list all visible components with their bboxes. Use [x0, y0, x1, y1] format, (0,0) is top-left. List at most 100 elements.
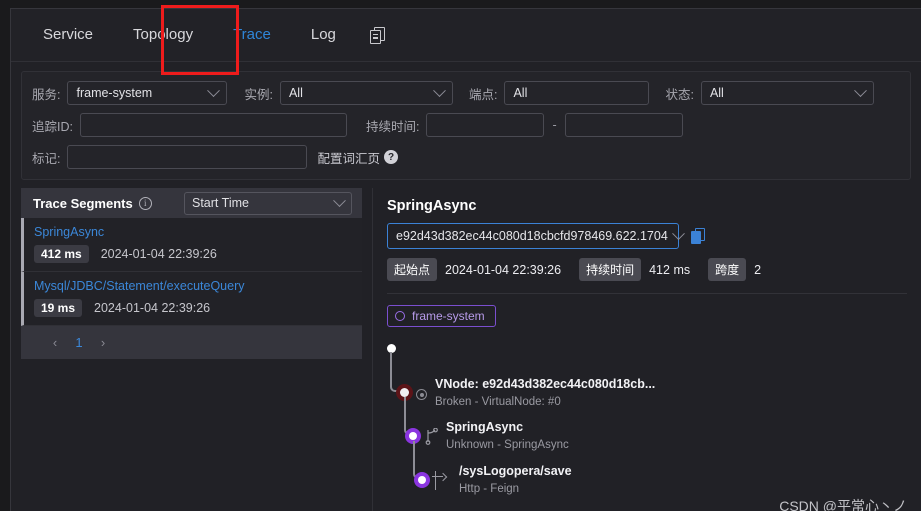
pagination-next[interactable]: ›	[91, 335, 115, 350]
app-root: Service Topology Trace Log 服务: frame-sys…	[0, 0, 921, 511]
pagination-page-1[interactable]: 1	[67, 335, 91, 350]
vocab-config-link[interactable]: 配置词汇页 ?	[317, 148, 398, 167]
span-count-key: 跨度	[708, 258, 747, 281]
main-tab-bar: Service Topology Trace Log	[11, 5, 921, 75]
trace-id-input[interactable]	[79, 113, 347, 137]
pagination: ‹ 1 ›	[21, 326, 362, 359]
target-ring-icon	[416, 389, 427, 400]
page-title: SpringAsync	[387, 198, 477, 214]
tree-connector	[390, 352, 409, 392]
tag-input[interactable]	[67, 145, 308, 169]
tree-node-subtitle: Unknown - SpringAsync	[446, 439, 569, 451]
tree-node-dot-vnode[interactable]	[400, 388, 409, 397]
instance-value: All	[288, 86, 303, 100]
tree-node-title: SpringAsync	[446, 420, 524, 434]
duration-separator: -	[552, 118, 557, 132]
tree-connector	[409, 392, 411, 396]
sort-select[interactable]: Start Time	[184, 191, 352, 215]
tree-node-title: /sysLogopera/save	[459, 464, 572, 478]
branch-icon-svg	[425, 427, 438, 445]
tab-trace[interactable]: Trace	[213, 9, 291, 61]
service-tag-badge[interactable]: frame-system	[387, 305, 496, 327]
instance-select[interactable]: All	[279, 81, 453, 105]
divider	[387, 293, 907, 294]
chevron-down-icon	[333, 193, 346, 207]
status-value: All	[709, 86, 724, 100]
duration-to-input[interactable]	[564, 113, 683, 137]
tree-connector	[413, 441, 422, 479]
copy-icon[interactable]	[691, 228, 705, 244]
help-icon[interactable]: ?	[384, 150, 398, 164]
segment-duration-badge: 19 ms	[34, 299, 83, 317]
endpoint-input[interactable]: All	[504, 81, 650, 105]
duration-from-input[interactable]	[426, 113, 545, 137]
arrow-out-icon	[435, 471, 436, 490]
chevron-down-icon	[854, 83, 867, 97]
tree-node-label-vnode[interactable]: VNode: e92d43d382ec44c080d18cb... Broken…	[435, 377, 655, 408]
duration-key: 持续时间	[579, 258, 642, 281]
trace-id-display: e92d43d382ec44c080d18cbcfd978469.622.170…	[396, 229, 668, 243]
tree-connector	[404, 397, 413, 435]
status-select[interactable]: All	[700, 81, 874, 105]
tree-node-dot-springasync[interactable]	[409, 432, 417, 440]
tree-node-title: VNode: e92d43d382ec44c080d18cb...	[435, 377, 656, 391]
trace-segments-header: Trace Segments i Start Time	[21, 188, 362, 218]
service-label: 服务:	[32, 87, 61, 102]
tab-service[interactable]: Service	[23, 9, 113, 61]
trace-segments-list: SpringAsync 412 ms 2024-01-04 22:39:26 M…	[21, 218, 362, 326]
endpoint-value: All	[513, 86, 528, 100]
trace-meta-row: 起始点 2024-01-04 22:39:26 持续时间 412 ms 跨度 2	[387, 258, 921, 281]
segment-time: 2024-01-04 22:39:26	[94, 301, 211, 315]
filter-panel: 服务: frame-system 实例: All 端点: All 状态: All	[21, 71, 911, 180]
tab-topology[interactable]: Topology	[113, 9, 213, 61]
duration-value: 412 ms	[649, 262, 691, 277]
segment-name: Mysql/JDBC/Statement/executeQuery	[34, 279, 245, 293]
filter-row-3: 标记: 配置词汇页 ?	[32, 145, 900, 169]
service-select[interactable]: frame-system	[67, 81, 228, 105]
app-window: Service Topology Trace Log 服务: frame-sys…	[10, 5, 921, 511]
filter-row-1: 服务: frame-system 实例: All 端点: All 状态: All	[32, 81, 900, 105]
tag-label: 标记:	[32, 151, 61, 166]
tree-node-label-syslogopera[interactable]: /sysLogopera/save Http - Feign	[459, 464, 572, 495]
service-value: frame-system	[76, 86, 153, 100]
segment-duration-badge: 412 ms	[34, 245, 89, 263]
tree-node-label-springasync[interactable]: SpringAsync Unknown - SpringAsync	[446, 420, 569, 451]
trace-detail-pane: SpringAsync e92d43d382ec44c080d18cbcfd97…	[373, 188, 921, 511]
segment-meta: 19 ms 2024-01-04 22:39:26	[34, 299, 362, 317]
filter-row-2: 追踪ID: 持续时间: -	[32, 113, 900, 137]
tab-log[interactable]: Log	[291, 9, 356, 61]
list-item[interactable]: Mysql/JDBC/Statement/executeQuery 19 ms …	[21, 272, 362, 326]
list-item[interactable]: SpringAsync 412 ms 2024-01-04 22:39:26	[21, 218, 362, 272]
segment-name: SpringAsync	[34, 225, 105, 239]
trace-id-select[interactable]: e92d43d382ec44c080d18cbcfd978469.622.170…	[387, 223, 685, 249]
copy-documents-icon	[369, 26, 385, 44]
watermark: CSDN @平常心丶ノ	[779, 498, 907, 511]
tree-node-subtitle: Http - Feign	[459, 483, 520, 495]
start-time-key: 起始点	[387, 258, 438, 281]
status-label: 状态:	[665, 87, 694, 102]
pagination-prev[interactable]: ‹	[43, 335, 67, 350]
trace-segments-title: Trace Segments	[33, 195, 133, 211]
branch-icon	[425, 427, 441, 451]
info-icon[interactable]: i	[138, 196, 152, 210]
tree-node-subtitle: Broken - VirtualNode: #0	[435, 396, 561, 408]
instance-label: 实例:	[244, 87, 273, 102]
sort-value: Start Time	[192, 196, 249, 210]
tree-node-dot-syslogopera[interactable]	[418, 476, 426, 484]
vocab-config-label: 配置词汇页	[317, 151, 380, 166]
span-tree: VNode: e92d43d382ec44c080d18cb... Broken…	[387, 340, 921, 511]
endpoint-label: 端点:	[468, 87, 498, 102]
segment-meta: 412 ms 2024-01-04 22:39:26	[34, 245, 362, 263]
start-time-value: 2024-01-04 22:39:26	[445, 262, 562, 277]
chevron-down-icon	[433, 83, 446, 97]
content-body: Trace Segments i Start Time SpringAsync …	[11, 188, 921, 511]
chevron-down-icon	[207, 83, 221, 97]
segment-time: 2024-01-04 22:39:26	[100, 247, 217, 261]
copy-documents-button[interactable]	[356, 26, 399, 44]
service-tag-label: frame-system	[412, 309, 485, 323]
trace-segments-pane: Trace Segments i Start Time SpringAsync …	[11, 188, 373, 511]
trace-id-row: e92d43d382ec44c080d18cbcfd978469.622.170…	[387, 223, 921, 249]
duration-label: 持续时间:	[365, 119, 420, 134]
ring-icon	[395, 311, 405, 321]
chevron-down-icon	[671, 226, 685, 240]
